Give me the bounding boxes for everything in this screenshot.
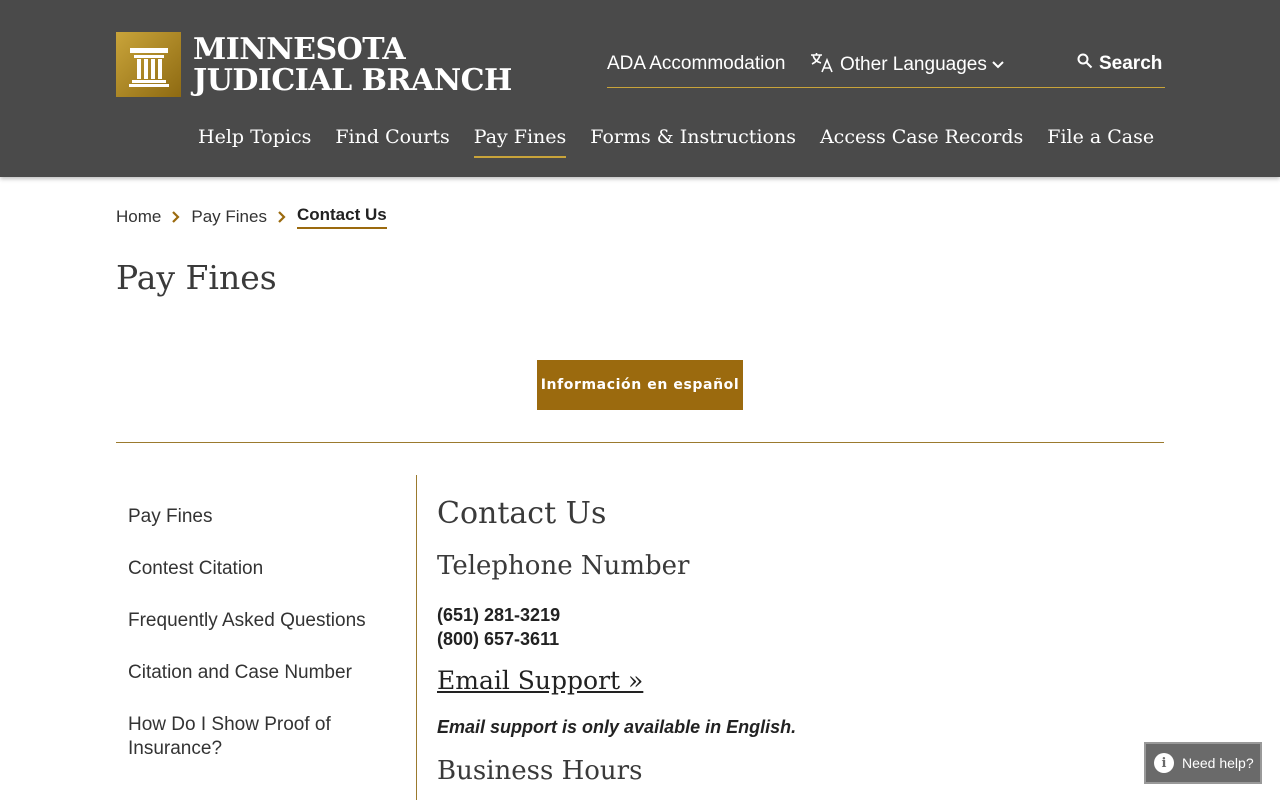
main-content: Contact Us Telephone Number (651) 281-32…: [437, 495, 1157, 786]
business-hours-heading: Business Hours: [437, 756, 643, 786]
phone-list: (651) 281-3219 (800) 657-3611: [437, 603, 1157, 651]
sidebar-nav: Pay Fines Contest Citation Frequently As…: [128, 505, 368, 789]
email-note: Email support is only available in Engli…: [437, 717, 797, 737]
spanish-info-button[interactable]: Información en español: [537, 360, 743, 410]
search-label: Search: [1099, 53, 1163, 74]
nav-pay-fines[interactable]: Pay Fines: [473, 126, 567, 158]
sidebar-item-faq[interactable]: Frequently Asked Questions: [128, 609, 368, 633]
need-help-label: Need help?: [1182, 755, 1254, 771]
sidebar-item-pay-fines[interactable]: Pay Fines: [128, 505, 368, 529]
phone-number-2: (800) 657-3611: [437, 629, 560, 649]
utility-nav: ADA Accommodation Other Languages Search: [607, 50, 1165, 88]
breadcrumb-current: Contact Us: [296, 205, 387, 229]
phone-number-1: (651) 281-3219: [437, 605, 561, 625]
breadcrumb-home[interactable]: Home: [116, 207, 161, 227]
sidebar-item-proof-of-insurance[interactable]: How Do I Show Proof of Insurance?: [128, 713, 368, 761]
search-button[interactable]: Search: [1077, 53, 1162, 75]
logo-text: MINNESOTA JUDICIAL BRANCH: [193, 34, 512, 96]
section-divider: [116, 442, 1164, 443]
site-logo[interactable]: MINNESOTA JUDICIAL BRANCH: [116, 32, 512, 97]
chevron-right-icon: [171, 210, 181, 224]
email-support-link[interactable]: Email Support »: [437, 665, 643, 697]
contact-heading: Contact Us: [437, 496, 607, 531]
chevron-down-icon: [991, 54, 1005, 76]
search-icon: [1077, 53, 1093, 75]
breadcrumb: Home Pay Fines Contact Us: [116, 205, 387, 229]
other-languages-label: Other Languages: [840, 54, 987, 75]
main-nav: Help Topics Find Courts Pay Fines Forms …: [198, 126, 1154, 158]
sidebar-divider: [416, 475, 417, 800]
logo-line-2: JUDICIAL BRANCH: [193, 62, 512, 98]
translate-icon: [810, 51, 834, 79]
other-languages-dropdown[interactable]: Other Languages: [810, 51, 1005, 79]
nav-find-courts[interactable]: Find Courts: [335, 126, 449, 158]
nav-help-topics[interactable]: Help Topics: [198, 126, 311, 158]
need-help-button[interactable]: i Need help?: [1144, 742, 1262, 784]
sidebar-item-citation-case-number[interactable]: Citation and Case Number: [128, 661, 368, 685]
nav-access-case-records[interactable]: Access Case Records: [820, 126, 1023, 158]
site-header: MINNESOTA JUDICIAL BRANCH ADA Accommodat…: [0, 0, 1280, 177]
logo-line-1: MINNESOTA: [193, 31, 406, 67]
chevron-right-icon: [277, 210, 287, 224]
nav-file-a-case[interactable]: File a Case: [1047, 126, 1154, 158]
sidebar-item-contest-citation[interactable]: Contest Citation: [128, 557, 368, 581]
ada-accommodation-link[interactable]: ADA Accommodation: [607, 53, 785, 75]
info-icon: i: [1154, 753, 1174, 773]
telephone-heading: Telephone Number: [437, 551, 690, 581]
breadcrumb-pay-fines[interactable]: Pay Fines: [191, 207, 267, 227]
pillar-seal-icon: [116, 32, 181, 97]
nav-forms-instructions[interactable]: Forms & Instructions: [590, 126, 796, 158]
page-title: Pay Fines: [116, 258, 277, 297]
